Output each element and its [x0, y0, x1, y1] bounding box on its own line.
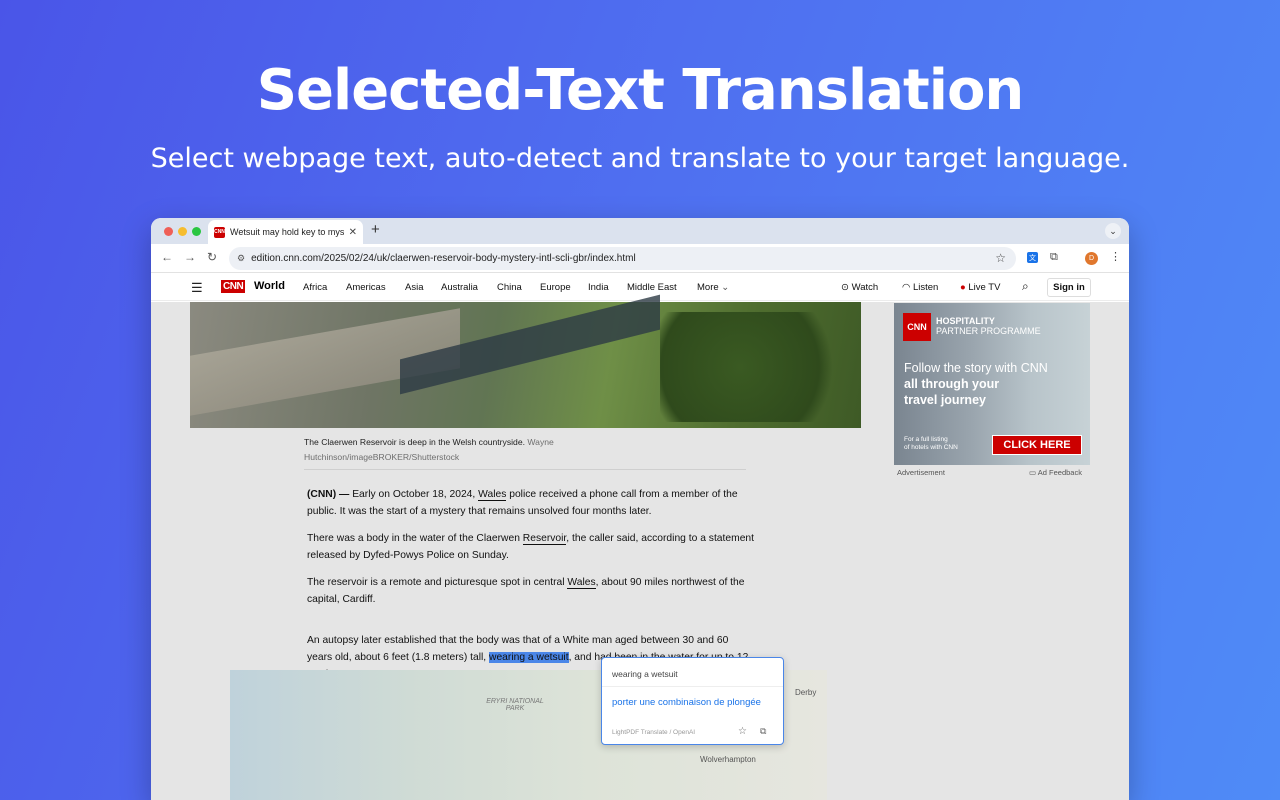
nav-item-americas[interactable]: Americas — [346, 282, 386, 293]
live-tv-label: Live TV — [968, 282, 1001, 293]
ad-feedback-link[interactable]: ▭ Ad Feedback — [1029, 468, 1082, 477]
headphones-icon: ◠ — [902, 282, 911, 293]
cnn-dateline: (CNN) — — [307, 489, 350, 500]
advertisement-label: Advertisement — [897, 468, 945, 477]
nav-item-australia[interactable]: Australia — [441, 282, 478, 293]
reservoir-link[interactable]: Reservoir — [522, 533, 567, 545]
url-text: edition.cnn.com/2025/02/24/uk/claerwen-r… — [251, 253, 636, 264]
ad-cnn-logo: CNN — [903, 313, 931, 341]
hamburger-menu-icon[interactable]: ☰ — [191, 280, 203, 296]
watch-label: Watch — [851, 282, 879, 293]
back-arrow-icon[interactable]: ← — [161, 250, 173, 264]
selected-text[interactable]: wearing a wetsuit — [489, 652, 569, 663]
ad-programme-line2: PARTNER PROGRAMME — [936, 326, 1041, 336]
sign-in-button[interactable]: Sign in — [1047, 278, 1091, 297]
minimize-window-button[interactable] — [178, 227, 187, 236]
play-circle-icon: ⊙ — [841, 282, 849, 293]
nav-item-china[interactable]: China — [497, 282, 522, 293]
extensions-puzzle-icon[interactable]: ⧉ — [1050, 251, 1058, 264]
nav-item-india[interactable]: India — [588, 282, 609, 293]
tab-close-icon[interactable]: ✕ — [349, 227, 357, 238]
site-settings-icon[interactable]: ⚙ — [237, 253, 245, 264]
nav-item-asia[interactable]: Asia — [405, 282, 423, 293]
ad-follow-line1: Follow the story with CNN — [904, 361, 1048, 375]
caption-text: The Claerwen Reservoir is deep in the We… — [304, 437, 525, 447]
nav-item-africa[interactable]: Africa — [303, 282, 327, 293]
map-city-derby: Derby — [795, 688, 817, 697]
browser-toolbar: ← → ↻ ⚙ edition.cnn.com/2025/02/24/uk/cl… — [151, 244, 1129, 273]
web-page: ☰ CNN World Africa Americas Asia Austral… — [151, 274, 1129, 800]
map-city-wolverhampton: Wolverhampton — [700, 755, 756, 764]
p3-text-a: The reservoir is a remote and picturesqu… — [307, 577, 568, 588]
new-tab-icon[interactable]: + — [371, 221, 380, 238]
popup-source-text: wearing a wetsuit — [612, 669, 678, 679]
favorite-star-icon[interactable]: ☆ — [738, 726, 747, 737]
nav-item-europe[interactable]: Europe — [540, 282, 571, 293]
address-bar[interactable]: ⚙ edition.cnn.com/2025/02/24/uk/claerwen… — [229, 247, 1016, 270]
listen-label: Listen — [912, 282, 939, 293]
ad-feedback-label: Ad Feedback — [1037, 468, 1082, 477]
paragraph-3: The reservoir is a remote and picturesqu… — [307, 574, 755, 608]
map-park-label: ERYRI NATIONAL PARK — [486, 698, 544, 712]
popup-provider: LightPDF Translate / OpenAI — [612, 729, 696, 736]
ad-click-here-button[interactable]: CLICK HERE — [992, 435, 1082, 455]
chevron-down-icon: ⌄ — [721, 282, 730, 293]
reload-icon[interactable]: ↻ — [207, 250, 217, 264]
cnn-favicon-icon: CNN — [214, 226, 225, 238]
ad-follow-line3: travel journey — [904, 393, 986, 407]
caption-credit-2: Hutchinson/imageBROKER/Shutterstock — [304, 452, 460, 462]
popup-divider — [602, 686, 783, 687]
watch-link[interactable]: ⊙ Watch — [841, 282, 878, 293]
browser-tab[interactable]: CNN Wetsuit may hold key to myst ✕ — [208, 220, 363, 244]
p2-text-a: There was a body in the water of the Cla… — [307, 533, 523, 544]
tab-bar: CNN Wetsuit may hold key to myst ✕ + ⌄ — [151, 218, 1129, 244]
hero-title: Selected-Text Translation — [256, 58, 1025, 123]
ad-programme-line1: HOSPITALITY — [936, 316, 995, 326]
search-icon[interactable]: ⌕ — [1022, 279, 1029, 294]
popup-translation-text[interactable]: porter une combinaison de plongée — [612, 697, 761, 708]
hero-subtitle: Select webpage text, auto-detect and tra… — [150, 143, 1130, 174]
paragraph-2: There was a body in the water of the Cla… — [307, 530, 755, 564]
tab-title: Wetsuit may hold key to myst — [230, 227, 344, 237]
wales-link[interactable]: Wales — [478, 489, 507, 501]
browser-menu-icon[interactable]: ⋮ — [1110, 250, 1121, 263]
ad-headline: Follow the story with CNN all through yo… — [904, 360, 1074, 408]
translate-extension-icon[interactable]: 文 — [1027, 252, 1038, 263]
hospitality-ad[interactable]: CNN HOSPITALITY PARTNER PROGRAMME Follow… — [894, 303, 1090, 465]
cnn-header: ☰ CNN World Africa Americas Asia Austral… — [151, 274, 1129, 301]
forward-arrow-icon[interactable]: → — [184, 250, 196, 264]
cnn-logo[interactable]: CNN — [221, 280, 246, 293]
ad-programme-title: HOSPITALITY PARTNER PROGRAMME — [936, 316, 1041, 336]
ad-follow-line2: all through your — [904, 377, 1000, 391]
maximize-window-button[interactable] — [192, 227, 201, 236]
live-dot-icon: ● — [960, 282, 966, 293]
p1-text-a: Early on October 18, 2024, — [349, 489, 479, 500]
ad-small-print: For a full listing of hotels with CNN — [904, 436, 974, 452]
translation-popup: wearing a wetsuit porter une combinaison… — [601, 657, 784, 745]
feedback-icon: ▭ — [1029, 468, 1037, 477]
bookmark-star-icon[interactable]: ☆ — [995, 251, 1006, 265]
paragraph-1: (CNN) — Early on October 18, 2024, Wales… — [307, 486, 755, 520]
more-label: More — [697, 282, 719, 293]
trees-shape — [660, 312, 860, 422]
ad-small-line2: of hotels with CNN — [904, 444, 958, 451]
wales-link-2[interactable]: Wales — [567, 577, 596, 589]
article-content: The Claerwen Reservoir is deep in the We… — [151, 294, 1129, 800]
copy-icon[interactable]: ⧉ — [760, 726, 766, 737]
nav-item-middle-east[interactable]: Middle East — [627, 282, 677, 293]
ad-small-line1: For a full listing — [904, 436, 948, 443]
nav-item-more[interactable]: More ⌄ — [697, 282, 729, 293]
section-title[interactable]: World — [254, 280, 285, 292]
caption-credit-1: Wayne — [527, 437, 554, 447]
profile-avatar[interactable]: D — [1085, 252, 1098, 265]
photo-caption: The Claerwen Reservoir is deep in the We… — [304, 435, 746, 470]
reservoir-photo — [190, 294, 861, 428]
close-window-button[interactable] — [164, 227, 173, 236]
live-tv-link[interactable]: ● Live TV — [960, 282, 1000, 293]
listen-link[interactable]: ◠ Listen — [902, 282, 938, 293]
browser-window: CNN Wetsuit may hold key to myst ✕ + ⌄ ←… — [151, 218, 1129, 800]
tab-search-chevron-icon[interactable]: ⌄ — [1105, 223, 1121, 239]
